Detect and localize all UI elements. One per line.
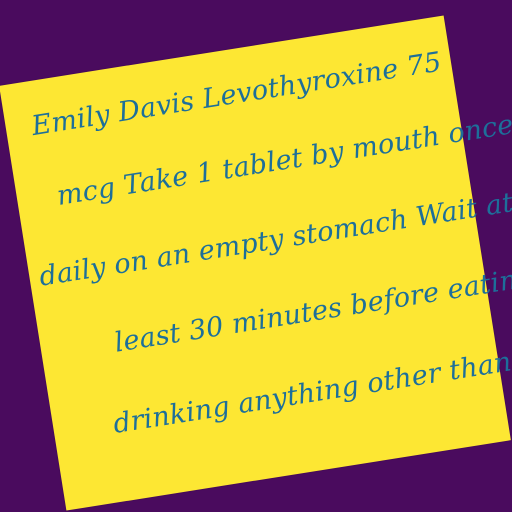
note-line-1: Emily Davis Levothyroxine 75 (29, 46, 444, 143)
canvas: Emily Davis Levothyroxine 75 mcg Take 1 … (0, 0, 512, 512)
sticky-note: Emily Davis Levothyroxine 75 mcg Take 1 … (0, 15, 512, 511)
